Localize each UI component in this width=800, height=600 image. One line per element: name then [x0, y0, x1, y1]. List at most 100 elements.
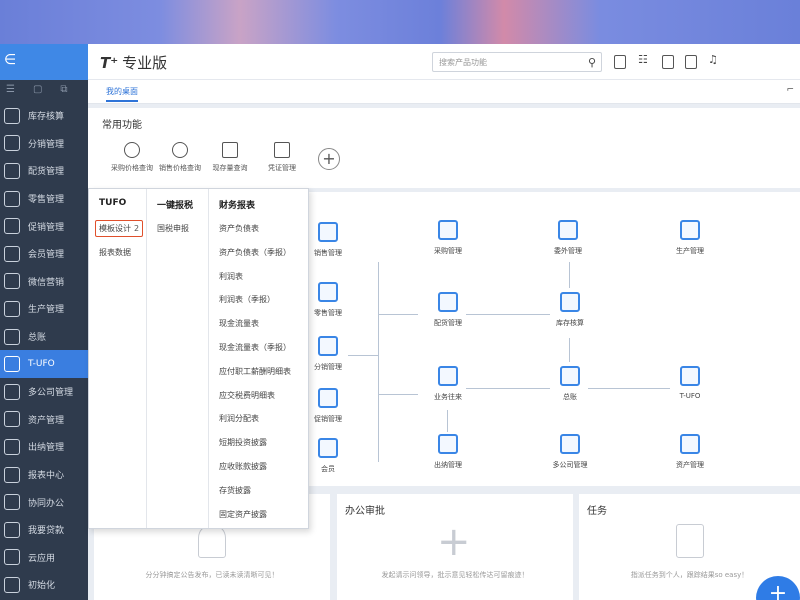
flow-node-multi-company[interactable]: 多公司管理: [540, 434, 600, 470]
sidebar-item[interactable]: 会员管理: [0, 240, 88, 268]
sidebar-item[interactable]: T-UFO: [0, 350, 94, 378]
menu-item-financial-report[interactable]: 现金流量表: [219, 318, 259, 329]
sidebar-item[interactable]: 零售管理: [0, 185, 88, 213]
flow-connector: [569, 262, 570, 288]
menu-header-tax: 一键报税: [157, 201, 194, 211]
flow-node-outsource[interactable]: 委外管理: [538, 220, 598, 256]
sidebar-item[interactable]: 微信营销: [0, 268, 88, 296]
common-functions-panel: 常用功能 采购价格查询 销售价格查询 现存量查询 凭证管理 +: [88, 108, 800, 188]
flow-connector: [466, 314, 550, 315]
sidebar-item-label: 会员管理: [28, 250, 65, 261]
sidebar-collapse-icon[interactable]: ∈: [0, 44, 88, 80]
promotion-icon: [4, 218, 20, 235]
inventory-icon: [4, 107, 20, 124]
add-common-function-button[interactable]: +: [318, 148, 340, 170]
allocation-icon: [4, 162, 20, 179]
outsource-icon: [558, 220, 578, 240]
sidebar-item[interactable]: 库存核算: [0, 102, 88, 130]
menu-item-financial-report[interactable]: 资产负债表: [219, 223, 259, 234]
flow-node-tufo[interactable]: T-UFO: [660, 366, 720, 400]
sidebar-item-label: 微信营销: [28, 277, 65, 288]
sidebar-item[interactable]: 多公司管理: [0, 378, 88, 406]
sidebar-item[interactable]: 初始化: [0, 571, 88, 599]
retail-icon: [4, 190, 20, 207]
menu-item-financial-report[interactable]: 应付职工薪酬明细表: [219, 366, 291, 377]
sidebar-item[interactable]: 生产管理: [0, 295, 88, 323]
bell-icon: [198, 524, 226, 558]
download-icon[interactable]: [685, 55, 697, 69]
mobile-icon[interactable]: [614, 55, 626, 69]
sidebar-item[interactable]: 报表中心: [0, 461, 88, 489]
production-icon: [4, 300, 20, 317]
flow-node-ledger[interactable]: 总账: [540, 366, 600, 402]
flow-node-production[interactable]: 生产管理: [660, 220, 720, 256]
menu-item-financial-report[interactable]: 存货披露: [219, 485, 251, 496]
sidebar-item[interactable]: 云应用: [0, 544, 88, 572]
sidebar-item-label: T-UFO: [28, 359, 55, 370]
menu-item-financial-report[interactable]: 固定资产披露: [219, 509, 267, 520]
sidebar-item-label: 我要贷款: [28, 526, 65, 537]
sidebar-item[interactable]: 资产管理: [0, 406, 88, 434]
menu-item-report-data[interactable]: 报表数据: [99, 247, 131, 258]
sidebar-item[interactable]: 出纳管理: [0, 433, 88, 461]
flow-node-asset[interactable]: 资产管理: [660, 434, 720, 470]
approval-card: 办公审批 + 发起请示问领导，批示意见轻松传达可留痕迹！: [337, 494, 573, 600]
sidebar-item[interactable]: 配货管理: [0, 157, 88, 185]
sidebar-item-label: 多公司管理: [28, 388, 74, 399]
menu-item-national-tax[interactable]: 国税申报: [157, 223, 189, 234]
menu-item-financial-report[interactable]: 现金流量表（季报）: [219, 342, 291, 353]
monitor-icon[interactable]: [662, 55, 674, 69]
sidebar-item[interactable]: 分销管理: [0, 130, 88, 158]
flow-node-inventory[interactable]: 库存核算: [540, 292, 600, 328]
common-functions-title: 常用功能: [102, 120, 142, 131]
common-fn-stock-query[interactable]: 现存量查询: [200, 142, 260, 173]
menu-column-financial-reports: 财务报表 资产负债表 资产负债表（季报） 利润表 利润表（季报） 现金流量表 现金流量表（…: [209, 189, 309, 528]
menu-item-financial-report[interactable]: 短期投资披露: [219, 437, 267, 448]
flow-node-purchase[interactable]: 采购管理: [418, 220, 478, 256]
wechat-icon: [4, 273, 20, 290]
member-icon: [4, 245, 20, 262]
fullscreen-icon[interactable]: ⌐: [786, 85, 794, 95]
flow-connector: [569, 338, 570, 362]
bank-icon: [680, 434, 700, 454]
bell-icon[interactable]: ♫: [708, 53, 720, 67]
search-icon[interactable]: ⚲: [588, 56, 596, 69]
flow-connector: [588, 388, 670, 389]
menu-item-financial-report[interactable]: 利润表（季报）: [219, 294, 275, 305]
menu-item-financial-report[interactable]: 利润分配表: [219, 413, 259, 424]
edit-icon[interactable]: ▢: [33, 84, 42, 98]
checklist-icon[interactable]: ☷: [638, 53, 650, 67]
tab-my-desktop[interactable]: 我的桌面: [106, 86, 138, 102]
cart-icon: [438, 220, 458, 240]
app-logo: T⁺ 专业版: [100, 54, 168, 72]
distribution-icon: [4, 135, 20, 152]
hierarchy-icon: [318, 336, 338, 356]
plus-icon[interactable]: +: [437, 522, 471, 562]
sidebar: ∈ ☰ ▢ ⧉ 库存核算 分销管理 配货管理 零售管理 促销管理会员管理微信营销生产管理…: [0, 44, 94, 600]
sidebar-item[interactable]: 协同办公: [0, 488, 88, 516]
flow-node-cashier[interactable]: 出纳管理: [418, 434, 478, 470]
common-fn-voucher[interactable]: 凭证管理: [252, 142, 312, 173]
menu-column-tufo: TUFO 模板设计 2 报表数据: [89, 189, 147, 528]
sidebar-item-label: 总账: [28, 333, 47, 344]
sidebar-item[interactable]: 总账: [0, 323, 88, 351]
expand-icon[interactable]: ⧉: [60, 84, 67, 98]
tufo-icon: [4, 356, 20, 373]
menu-item-template-design[interactable]: 模板设计 2: [95, 220, 144, 237]
menu-icon[interactable]: ☰: [6, 84, 15, 98]
camera-icon: [124, 142, 140, 158]
tufo-dropdown-menu: TUFO 模板设计 2 报表数据 一键报税 国税申报 财务报表 资产负债表 资产负债…: [88, 188, 309, 529]
sidebar-item[interactable]: 我要贷款: [0, 516, 88, 544]
member-card-icon: [318, 438, 338, 458]
menu-item-financial-report[interactable]: 应收账款披露: [219, 461, 267, 472]
checklist-icon: [675, 524, 704, 558]
retail-icon: [318, 282, 338, 302]
menu-item-financial-report[interactable]: 利润表: [219, 271, 243, 282]
menu-item-financial-report[interactable]: 应交税费明细表: [219, 390, 275, 401]
search-input[interactable]: 搜索产品功能: [432, 52, 602, 72]
flow-node-allocation[interactable]: 配货管理: [418, 292, 478, 328]
flow-node-business[interactable]: 业务往来: [418, 366, 478, 402]
flow-connector: [348, 355, 378, 356]
sidebar-item[interactable]: 促销管理: [0, 212, 88, 240]
menu-item-financial-report[interactable]: 资产负债表（季报）: [219, 247, 291, 258]
